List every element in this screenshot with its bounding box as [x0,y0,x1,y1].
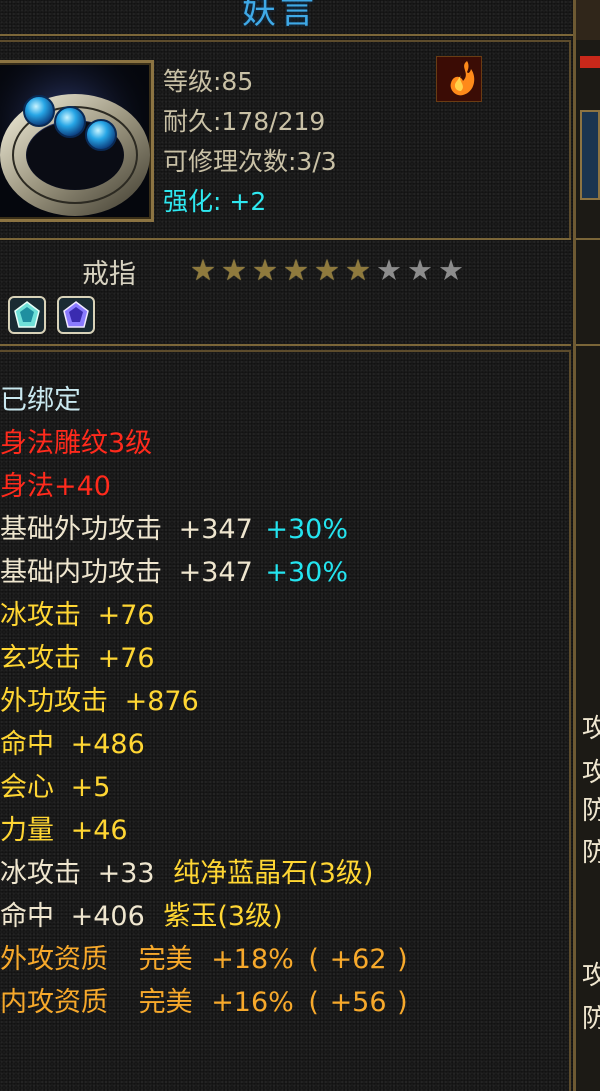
aptitude-paren-open: ( [308,944,319,975]
side-text: 防 [582,796,600,826]
attr-label: 基础外功攻击 [0,514,162,545]
enhance-value: +2 [229,187,267,216]
aptitude-grade: 完美 [138,944,193,975]
aptitude-paren-open: ( [308,987,319,1018]
attr-label: 内攻资质 [0,987,108,1018]
attr-bonus: +30% [265,557,348,588]
star-filled-icon: ★ [345,253,371,287]
adjacent-tooltip-edge: 攻攻防防攻防 [576,0,600,1091]
gem-level: (3级) [217,901,283,932]
gem-name: 纯净蓝晶石 [173,858,309,889]
side-text: 攻 [582,714,600,744]
item-durability: 耐久:178/219 [163,107,326,136]
attr-label: 外功攻击 [0,686,108,717]
aptitude-internal: 内攻资质 完美 +16% ( +56 ) [0,980,408,1019]
item-enhance: 强化: +2 [163,182,266,218]
side-icon-fragment [580,110,600,200]
attr-value: +76 [97,643,155,674]
divider [0,238,571,240]
gem-bonus-1: 冰攻击 +33 纯净蓝晶石(3级) [0,851,373,890]
agility-attr: 身法+40 [0,471,111,502]
engrave-attr: 身法雕纹3级 [0,428,153,459]
star-empty-icon: ★ [407,253,433,287]
item-level: 等级:85 [163,67,254,96]
base-ext-attack: 基础外功攻击 +347 +30% [0,507,348,546]
aptitude-paren-close: ) [397,944,408,975]
base-int-attack: 基础内功攻击 +347 +30% [0,550,348,589]
attr-bonus: +30% [265,514,348,545]
star-filled-icon: ★ [190,253,216,287]
star-filled-icon: ★ [314,253,340,287]
attr-value: +876 [124,686,199,717]
aptitude-pct: +16% [211,987,294,1018]
attr-value: +347 [178,557,253,588]
attr-label: 力量 [0,815,54,846]
aptitude-pct: +18% [211,944,294,975]
star-empty-icon: ★ [438,253,464,287]
attr-label: 冰攻击 [0,858,81,889]
attr-label: 基础内功攻击 [0,557,162,588]
attr-value: +76 [97,600,155,631]
aptitude-paren-close: ) [397,987,408,1018]
attr-value: +486 [70,729,145,760]
crit: 会心 +5 [0,765,110,804]
star-filled-icon: ★ [252,253,278,287]
gem-socket-icon[interactable] [8,296,46,334]
attr-label: 命中 [0,729,54,760]
hit: 命中 +486 [0,722,145,761]
enhance-label: 强化: [163,187,222,216]
item-icon-frame[interactable] [0,60,154,222]
item-tooltip: 妖言 等级:85 耐久:178/219 可修理次数:3/3 强化: +2 戒指 … [0,0,576,1091]
fire-emblem-icon [436,56,482,102]
side-header [576,0,600,40]
side-text: 攻 [582,758,600,788]
divider [0,34,573,36]
side-text: 防 [582,1004,600,1034]
attr-label: 外攻资质 [0,944,108,975]
item-type: 戒指 [82,259,136,290]
attr-label: 玄攻击 [0,643,81,674]
star-empty-icon: ★ [376,253,402,287]
external-attack: 外功攻击 +876 [0,679,199,718]
xuan-attack: 玄攻击 +76 [0,636,155,675]
side-accent [580,56,600,68]
aptitude-external: 外攻资质 完美 +18% ( +62 ) [0,937,408,976]
aptitude-num: +62 [329,944,387,975]
bound-status: 已绑定 [0,385,81,416]
gem-bonus-2: 命中 +406 紫玉(3级) [0,894,283,933]
item-title: 妖言 [242,0,318,32]
gem-name: 紫玉 [163,901,218,932]
ice-attack: 冰攻击 +76 [0,593,155,632]
attr-value: +406 [70,901,145,932]
aptitude-grade: 完美 [138,987,193,1018]
divider [576,238,600,240]
attr-value: +46 [70,815,128,846]
attr-label: 命中 [0,901,54,932]
side-text: 防 [582,838,600,868]
star-filled-icon: ★ [283,253,309,287]
attr-value: +5 [70,772,111,803]
aptitude-num: +56 [329,987,387,1018]
strength: 力量 +46 [0,808,128,847]
divider [0,344,571,346]
attr-label: 冰攻击 [0,600,81,631]
attr-value: +33 [97,858,155,889]
attr-value: +347 [178,514,253,545]
attr-label: 会心 [0,772,54,803]
side-text: 攻 [582,961,600,991]
item-repair-count: 可修理次数:3/3 [163,147,337,176]
star-filled-icon: ★ [221,253,247,287]
gem-socket-icon[interactable] [57,296,95,334]
gem-level: (3级) [308,858,374,889]
divider [576,344,600,346]
jeweled-ring-icon [0,63,151,219]
